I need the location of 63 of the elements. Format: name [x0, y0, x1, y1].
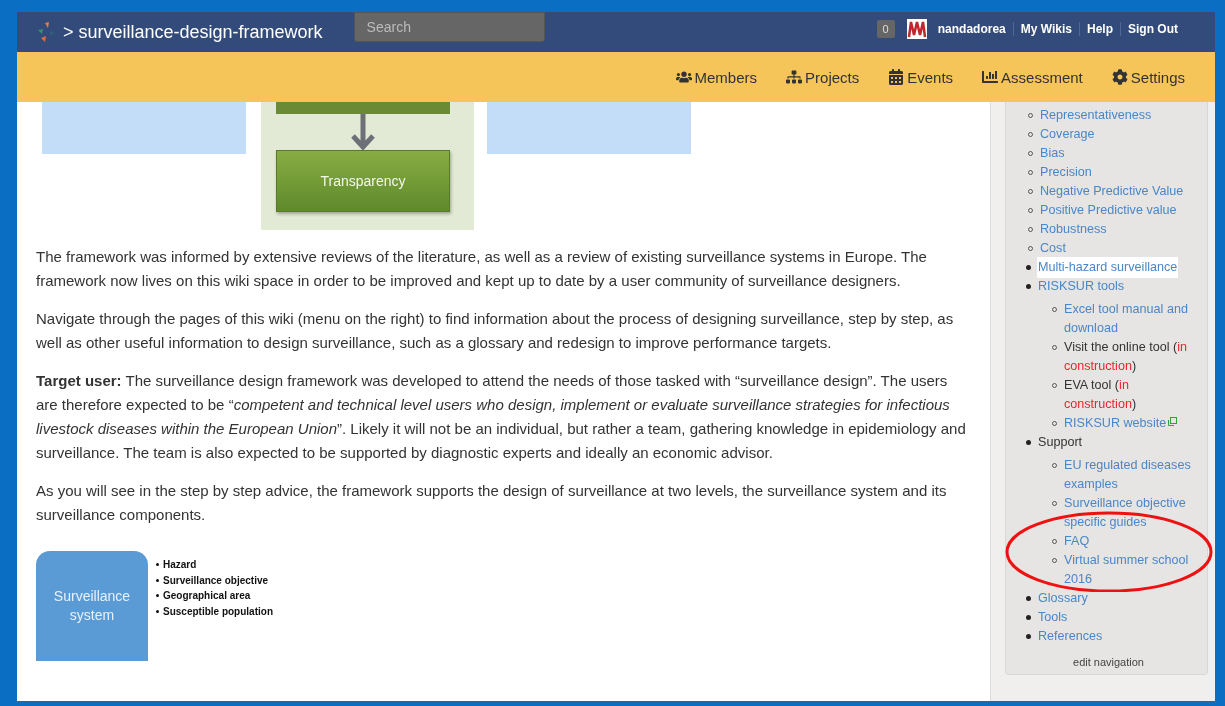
body-paragraph: As you will see in the step by step advice, the framework supports the design of surveillance at two levels, the surveillance system and its surveillance components.	[36, 481, 948, 525]
nav-menu-item[interactable]: Events	[888, 68, 954, 86]
user-link[interactable]: My Wikis	[1012, 22, 1079, 36]
nav-link[interactable]: Excel tool manual and download	[1064, 300, 1203, 338]
user-link[interactable]: Sign Out	[1120, 22, 1185, 36]
nav-link[interactable]: Cost	[1040, 239, 1066, 258]
nav-link[interactable]: Tools	[1038, 608, 1068, 627]
nav-heading: Support	[1038, 434, 1083, 451]
edit-navigation-link[interactable]: edit navigation	[1073, 656, 1144, 668]
nav-menu-item[interactable]: Members	[675, 68, 758, 86]
nav-link[interactable]: Multi-hazard surveillance	[1038, 258, 1178, 277]
project-title[interactable]: > surveillance-design-framework	[63, 21, 323, 43]
bullet-icon	[156, 563, 159, 567]
nav-link[interactable]: Glossary	[1038, 589, 1088, 608]
nav-menu-item[interactable]: Assessment	[982, 68, 1083, 86]
body-paragraph: Target user: The surveillance design framework was developed to attend the needs of those tasked with “surveillance design”. The users are therefore expected to be “competent and technical level users who design, implement or evaluate surveillance strategies for infectious livestock diseases within the European Union”. Likely it will not be an individual, but rather a team, gathering knowledge in epidemiology and surveillance. The team is also expected to be supported by diagnostic experts and ideally an economic advisor.	[36, 371, 967, 463]
bullet-icon	[156, 578, 159, 582]
nav-link[interactable]: RISKSUR tools	[1038, 277, 1125, 296]
bullet-icon	[1026, 284, 1031, 289]
figure-bullet: Surveillance objective	[163, 573, 269, 588]
bullet-icon	[1026, 634, 1031, 639]
nav-menu-item[interactable]: Settings	[1111, 68, 1185, 86]
bullet-icon	[1026, 615, 1031, 620]
bullet-icon	[1026, 265, 1031, 270]
body-paragraph: The framework was informed by extensive reviews of the literature, as well as a review of existing surveillance systems in Europe. The framework now lives on this wiki space in order to be improved and kept up to date by a user community of surveillance designers.	[36, 247, 928, 291]
diagram-node: Transparency	[276, 150, 450, 212]
user-link[interactable]: nandadorea	[930, 22, 1013, 36]
external-nav-link[interactable]: RISKSUR website	[1064, 414, 1178, 433]
bullet-icon	[1026, 440, 1031, 445]
nav-link[interactable]: Coverage	[1040, 125, 1095, 144]
avatar-icon[interactable]	[906, 19, 927, 39]
nav-link[interactable]: References	[1038, 627, 1103, 646]
nav-item-text: EVA tool (in construction)	[1064, 377, 1138, 413]
diagram-node: Surveillance system	[36, 551, 148, 661]
nav-link[interactable]: Bias	[1040, 144, 1065, 163]
body-paragraph: Navigate through the pages of this wiki (menu on the right) to find information about the process of designing surveillance, step by step, as well as other useful information to design surveillance, such as a glossary and redesign to improve performance targets.	[36, 309, 955, 353]
nav-link[interactable]: Robustness	[1040, 220, 1107, 239]
nav-link[interactable]: Positive Predictive value	[1040, 201, 1177, 220]
bar-chart-icon	[982, 69, 999, 85]
figure-bullet: Susceptible population	[163, 604, 273, 619]
people-icon	[675, 69, 692, 85]
nav-item-text: Visit the online tool (in construction)	[1064, 339, 1188, 375]
nav-link[interactable]: Negative Predictive Value	[1040, 182, 1184, 201]
search-field[interactable]: Search	[353, 12, 545, 42]
bullet-icon	[156, 594, 159, 598]
settings-icon	[1111, 69, 1128, 85]
nav-link[interactable]: Surveillance objective specific guides	[1064, 494, 1203, 532]
calendar-icon	[888, 69, 905, 85]
nav-link[interactable]: Representativeness	[1040, 106, 1152, 125]
nav-link[interactable]: FAQ	[1064, 532, 1090, 551]
external-link-icon	[1168, 417, 1178, 426]
nav-menu-item[interactable]: Projects	[786, 68, 860, 86]
figure-bullet: Hazard	[163, 558, 197, 572]
down-arrow-icon	[350, 114, 376, 150]
nav-link[interactable]: EU regulated diseases examples	[1064, 456, 1203, 494]
notification-count[interactable]: 0	[876, 20, 895, 38]
figure-bullet: Geographical area	[163, 589, 251, 603]
nav-link[interactable]: Precision	[1040, 163, 1092, 182]
user-link[interactable]: Help	[1079, 22, 1120, 36]
bullet-icon	[156, 609, 159, 613]
bullet-icon	[1026, 596, 1031, 601]
sitemap-icon	[786, 69, 803, 85]
nav-link[interactable]: Virtual summer school 2016	[1064, 551, 1203, 589]
